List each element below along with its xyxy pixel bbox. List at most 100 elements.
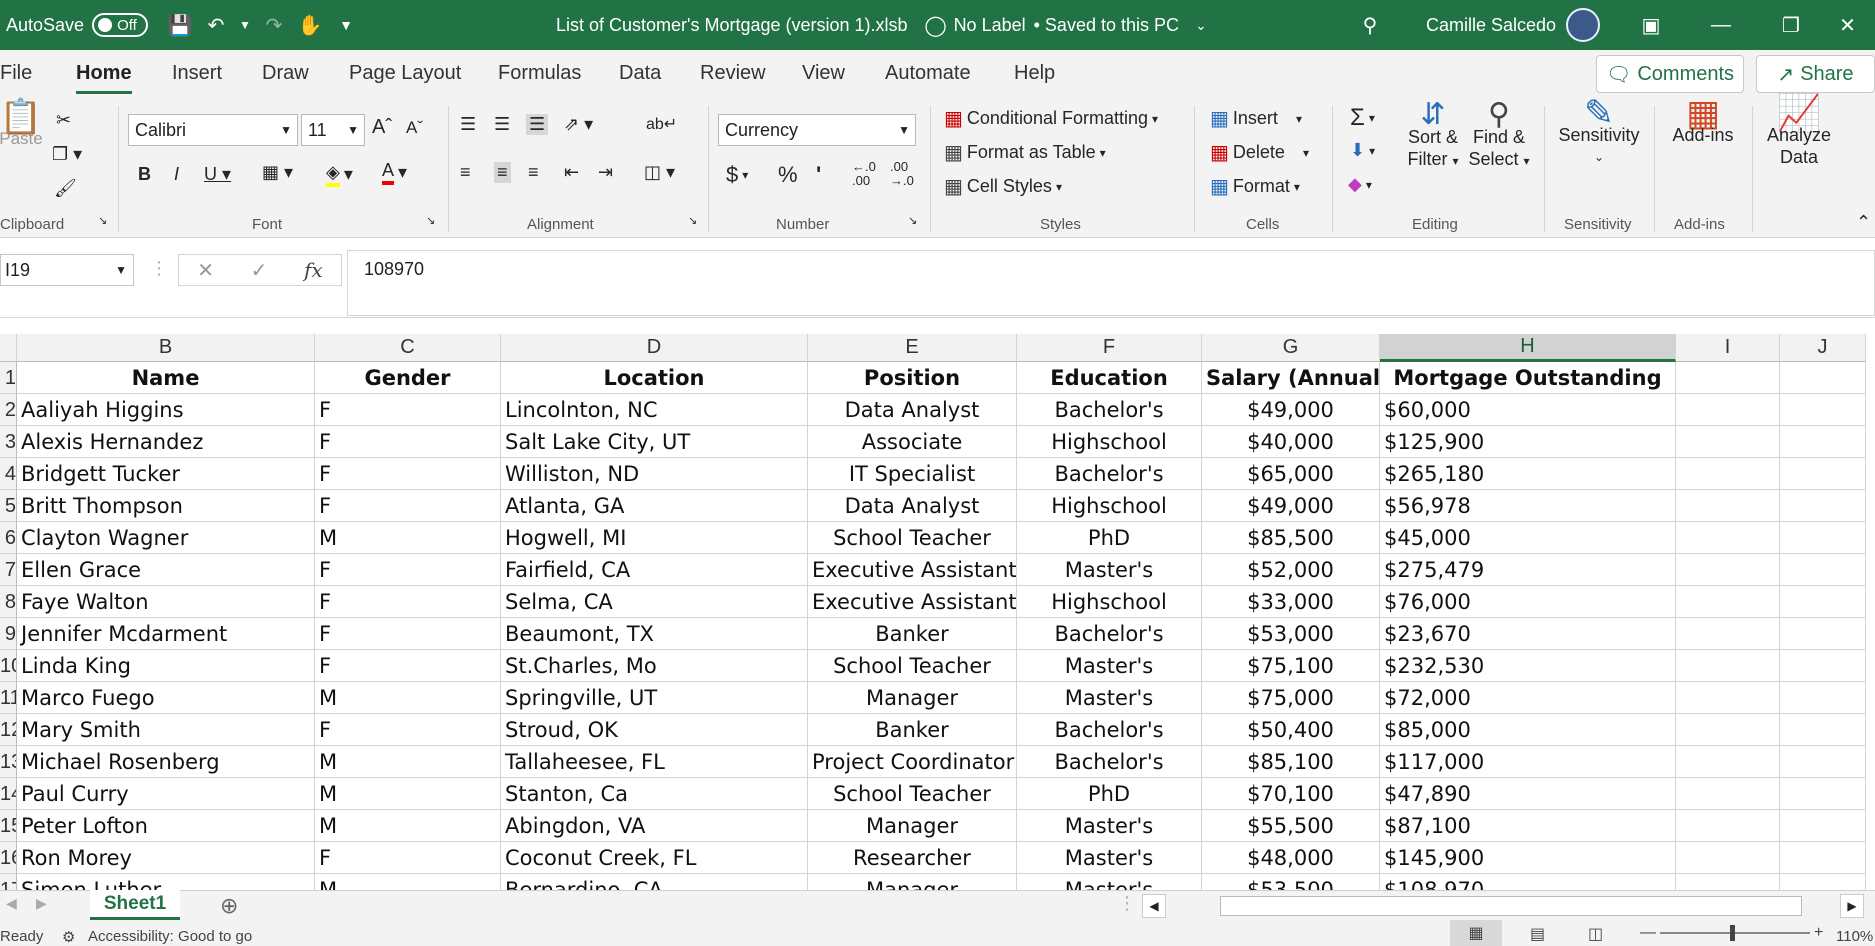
cell-j[interactable] <box>1780 714 1866 746</box>
cell-h[interactable]: $23,670 <box>1380 618 1676 650</box>
user-name[interactable]: Camille Salcedo <box>1426 15 1556 36</box>
dialog-launcher-icon[interactable]: ↘ <box>426 214 435 227</box>
sensitivity-button[interactable]: ✎ Sensitivity ⌄ <box>1552 95 1646 168</box>
insert-function-icon[interactable]: fx <box>304 258 323 282</box>
cell-j[interactable] <box>1780 650 1866 682</box>
page-break-view-icon[interactable]: ◫ <box>1588 924 1603 944</box>
cell-h[interactable]: $87,100 <box>1380 810 1676 842</box>
tab-help[interactable]: Help <box>1014 62 1055 85</box>
cell-c[interactable]: F <box>315 458 501 490</box>
page-layout-view-icon[interactable]: ▤ <box>1530 924 1545 944</box>
cell-f[interactable]: Highschool <box>1017 586 1202 618</box>
cell-j[interactable] <box>1780 490 1866 522</box>
borders-icon[interactable]: ▦ ▾ <box>262 162 293 183</box>
dialog-launcher-icon[interactable]: ↘ <box>908 214 917 227</box>
cell-g[interactable]: $55,500 <box>1202 810 1380 842</box>
cancel-icon[interactable]: ✕ <box>197 258 214 283</box>
cell-e[interactable]: Project Coordinator <box>808 746 1017 778</box>
merge-center-icon[interactable]: ◫ ▾ <box>644 162 675 183</box>
cell-g[interactable]: $70,100 <box>1202 778 1380 810</box>
tab-formulas[interactable]: Formulas <box>498 62 581 85</box>
cell-f[interactable]: Bachelor's <box>1017 714 1202 746</box>
header-cell[interactable]: Mortgage Outstanding <box>1380 362 1676 394</box>
cell-i[interactable] <box>1676 426 1780 458</box>
row-number[interactable]: 2 <box>0 394 17 426</box>
cell-e[interactable]: Manager <box>808 874 1017 890</box>
row-number[interactable]: 15 <box>0 810 17 842</box>
cell-c[interactable]: M <box>315 810 501 842</box>
share-button[interactable]: ↗ Share <box>1756 55 1875 93</box>
tab-home[interactable]: Home <box>76 62 132 94</box>
fill-icon[interactable]: ⬇ ▾ <box>1350 140 1375 161</box>
cell-g[interactable]: $50,400 <box>1202 714 1380 746</box>
cell-g[interactable]: $40,000 <box>1202 426 1380 458</box>
find-select-button[interactable]: ⚲ Find & Select ▾ <box>1466 100 1532 172</box>
touch-mode-icon[interactable]: ✋ <box>296 11 324 39</box>
comments-button[interactable]: 🗨 Comments <box>1596 55 1744 93</box>
zoom-level[interactable]: 110% <box>1836 928 1873 945</box>
row-number[interactable]: 16 <box>0 842 17 874</box>
tab-automate[interactable]: Automate <box>885 62 971 85</box>
column-header-c[interactable]: C <box>315 334 501 362</box>
cell-d[interactable]: Lincolnton, NC <box>501 394 808 426</box>
column-header-e[interactable]: E <box>808 334 1017 362</box>
header-cell[interactable] <box>1780 362 1866 394</box>
column-header-h[interactable]: H <box>1380 334 1676 362</box>
cell-g[interactable]: $49,000 <box>1202 490 1380 522</box>
zoom-in-icon[interactable]: + <box>1814 924 1823 942</box>
cell-h[interactable]: $56,978 <box>1380 490 1676 522</box>
bold-icon[interactable]: B <box>138 164 151 185</box>
cell-c[interactable]: M <box>315 746 501 778</box>
cell-c[interactable]: F <box>315 714 501 746</box>
sensitivity-label[interactable]: No Label <box>954 15 1026 36</box>
cell-c[interactable]: M <box>315 682 501 714</box>
add-sheet-icon[interactable]: ⊕ <box>220 893 238 919</box>
cut-icon[interactable]: ✂ <box>56 110 71 131</box>
horizontal-scrollbar[interactable] <box>1220 896 1802 916</box>
decrease-indent-icon[interactable]: ⇤ <box>564 162 579 183</box>
cell-i[interactable] <box>1676 874 1780 890</box>
align-center-icon[interactable]: ≡ <box>494 162 511 183</box>
cell-j[interactable] <box>1780 618 1866 650</box>
percent-icon[interactable]: % <box>778 162 798 188</box>
cell-h[interactable]: $125,900 <box>1380 426 1676 458</box>
cell-e[interactable]: Manager <box>808 810 1017 842</box>
cell-f[interactable]: Highschool <box>1017 490 1202 522</box>
header-cell[interactable]: Position <box>808 362 1017 394</box>
cell-b[interactable]: Jennifer Mcdarment <box>17 618 315 650</box>
cell-g[interactable]: $53,500 <box>1202 874 1380 890</box>
cell-h[interactable]: $85,000 <box>1380 714 1676 746</box>
column-header-f[interactable]: F <box>1017 334 1202 362</box>
header-cell[interactable] <box>1676 362 1780 394</box>
ribbon-display-icon[interactable]: ▣ <box>1616 0 1686 50</box>
cell-e[interactable]: IT Specialist <box>808 458 1017 490</box>
add-ins-button[interactable]: ▦ Add-ins <box>1662 95 1744 146</box>
zoom-out-icon[interactable]: — <box>1640 924 1656 942</box>
cell-j[interactable] <box>1780 586 1866 618</box>
cell-e[interactable]: Executive Assistant <box>808 554 1017 586</box>
analyze-data-button[interactable]: 📈 Analyze Data <box>1758 95 1840 168</box>
cell-i[interactable] <box>1676 522 1780 554</box>
column-header-i[interactable]: I <box>1676 334 1780 362</box>
delete-cells-button[interactable]: ▦ Delete ▾ <box>1210 140 1309 165</box>
cell-c[interactable]: F <box>315 490 501 522</box>
cell-g[interactable]: $52,000 <box>1202 554 1380 586</box>
document-title[interactable]: List of Customer's Mortgage (version 1).… <box>556 15 908 36</box>
cell-i[interactable] <box>1676 490 1780 522</box>
cell-e[interactable]: Data Analyst <box>808 394 1017 426</box>
sheet-tab-sheet1[interactable]: Sheet1 <box>90 890 180 920</box>
row-number[interactable]: 14 <box>0 778 17 810</box>
format-cells-button[interactable]: ▦ Format ▾ <box>1210 174 1300 199</box>
cell-d[interactable]: Selma, CA <box>501 586 808 618</box>
cell-g[interactable]: $65,000 <box>1202 458 1380 490</box>
insert-cells-button[interactable]: ▦ Insert ▾ <box>1210 106 1302 131</box>
cell-i[interactable] <box>1676 554 1780 586</box>
cell-b[interactable]: Bridgett Tucker <box>17 458 315 490</box>
cell-h[interactable]: $76,000 <box>1380 586 1676 618</box>
cell-f[interactable]: Bachelor's <box>1017 618 1202 650</box>
cell-d[interactable]: Bernardino, CA <box>501 874 808 890</box>
cell-e[interactable]: Researcher <box>808 842 1017 874</box>
cell-f[interactable]: Master's <box>1017 842 1202 874</box>
autosave-group[interactable]: AutoSave Off <box>6 0 149 50</box>
cell-g[interactable]: $75,000 <box>1202 682 1380 714</box>
